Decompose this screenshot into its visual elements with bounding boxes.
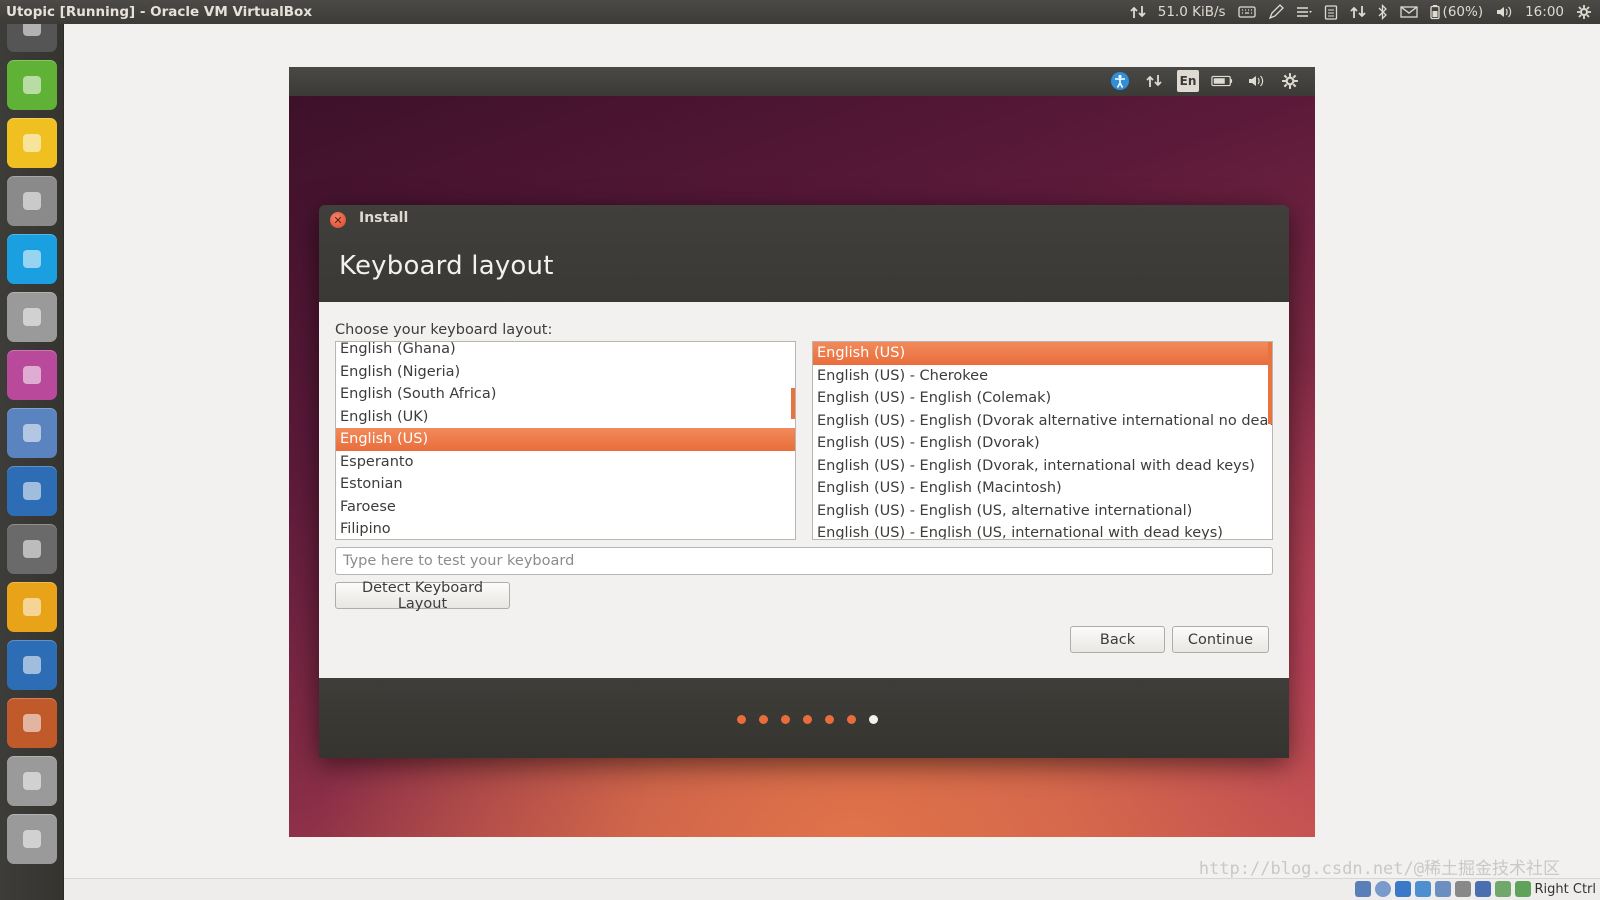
install-window: ✕ Install Keyboard layout Choose your ke… [319,205,1289,758]
list-item[interactable]: English (US) [813,342,1272,365]
battery-percent: (60%) [1442,4,1484,20]
paint-brush-icon[interactable] [7,524,57,574]
network-status-icon[interactable] [1434,881,1451,897]
list-item[interactable]: Estonian [336,473,795,496]
progress-dot [869,715,878,724]
progress-dots [737,715,878,724]
gear-icon[interactable] [1576,4,1592,20]
optical-drive-status-icon[interactable] [1374,881,1391,897]
host-top-panel: Utopic [Running] - Oracle VM VirtualBox … [0,0,1600,24]
shared-folder-status-icon[interactable] [1414,881,1431,897]
network-icon[interactable] [1349,4,1366,20]
list-item[interactable]: English (US) - English (Dvorak alternati… [813,410,1272,433]
vm-indicator-area: En [1109,70,1301,92]
list-item[interactable]: English (US) - English (US, alternative … [813,500,1272,523]
list-item[interactable]: English (US) - English (US, internationa… [813,522,1272,539]
host-window-title: Utopic [Running] - Oracle VM VirtualBox [6,4,313,20]
keyboard-capture-status-icon[interactable] [1514,881,1531,897]
battery-icon[interactable]: (60%) [1429,4,1484,20]
hard-drive-2-icon[interactable] [7,814,57,864]
list-item[interactable]: English (US) - English (Dvorak, internat… [813,455,1272,478]
skype-icon[interactable] [7,234,57,284]
display-status-icon[interactable] [1454,881,1471,897]
mail-icon[interactable] [1399,5,1418,19]
accessibility-icon[interactable] [1109,70,1131,92]
vm-screen[interactable]: En ✕ Install Keyboard layout Choose your… [289,67,1315,837]
progress-dot [759,715,768,724]
virtualbox-status-bar: Right Ctrl [64,878,1600,900]
list-item[interactable]: Faroese [336,496,795,519]
install-footer [319,678,1289,758]
bluetooth-icon[interactable] [1378,4,1388,20]
network-transfer-icon[interactable] [1130,4,1146,20]
host-key-label: Right Ctrl [1534,881,1597,897]
video-capture-status-icon[interactable] [1474,881,1491,897]
network-transfer-icon[interactable] [1143,70,1165,92]
back-button[interactable]: Back [1070,626,1165,653]
text-editor-icon[interactable] [7,292,57,342]
screenshot-icon[interactable] [7,466,57,516]
variant-list-scrollbar[interactable] [1268,342,1272,424]
keyboard-language-indicator[interactable]: En [1177,70,1199,92]
list-item[interactable]: English (UK) [336,406,795,429]
pen-icon[interactable] [1268,4,1284,20]
progress-dot [847,715,856,724]
progress-dot [803,715,812,724]
presentation-icon[interactable] [7,698,57,748]
note-edit-icon[interactable] [7,60,57,110]
list-item[interactable]: English (Nigeria) [336,361,795,384]
list-item[interactable]: English (US) - English (Colemak) [813,387,1272,410]
install-body: Choose your keyboard layout: Filipino Far… [319,302,1289,678]
hard-drive-icon[interactable] [7,756,57,806]
document-icon[interactable] [7,640,57,690]
launcher [0,24,64,900]
progress-dot [737,715,746,724]
dash-icon[interactable] [7,24,57,52]
install-window-title: Install [359,210,409,226]
cd-burner-icon[interactable] [7,582,57,632]
volume-icon[interactable] [1495,4,1513,20]
clock[interactable]: 16:00 [1525,4,1564,20]
teapot-icon[interactable] [7,118,57,168]
progress-dot [825,715,834,724]
hard-disk-status-icon[interactable] [1354,881,1371,897]
keyboard-layout-list[interactable]: Filipino Faroese Estonian Esperanto English … [335,341,796,540]
network-speed: 51.0 KiB/s [1157,4,1226,20]
watermark: http://blog.csdn.net/@稀土掘金技术社区 [1198,859,1560,879]
host-indicator-area: 51.0 KiB/s (60%) 16:00 [1130,0,1592,24]
list-item[interactable]: Filipino [336,518,795,539]
layout-list-scrollbar[interactable] [791,388,795,419]
keyboard-language-label: En [1179,74,1197,88]
mouse-integration-status-icon[interactable] [1494,881,1511,897]
image-viewer-icon[interactable] [7,176,57,226]
keyboard-test-input[interactable] [335,547,1273,575]
vm-top-panel: En [289,67,1315,96]
list-item[interactable]: English (US) [336,428,795,451]
close-icon: ✕ [333,213,343,227]
virtualbox-status-icons: Right Ctrl [1354,881,1597,897]
install-header: ✕ Install Keyboard layout [319,205,1289,302]
gear-icon[interactable] [1279,70,1301,92]
color-wheel-icon[interactable] [7,408,57,458]
continue-button[interactable]: Continue [1172,626,1269,653]
layout-prompt-label: Choose your keyboard layout: [335,322,553,338]
usb-status-icon[interactable] [1394,881,1411,897]
clipboard-icon[interactable] [1324,4,1338,20]
battery-icon[interactable] [1211,70,1233,92]
list-item[interactable]: English (South Africa) [336,383,795,406]
volume-icon[interactable] [1245,70,1267,92]
progress-dot [781,715,790,724]
menu-icon[interactable] [1296,5,1312,19]
list-item[interactable]: English (US) - English (Macintosh) [813,477,1272,500]
page-title: Keyboard layout [339,251,554,281]
list-item[interactable]: English (US) - Cherokee [813,365,1272,388]
keyboard-icon[interactable] [1237,5,1256,19]
close-button[interactable]: ✕ [330,212,346,228]
list-item[interactable]: English (Ghana) [336,342,795,361]
pink-window-icon[interactable] [7,350,57,400]
list-item[interactable]: English (US) - English (Dvorak) [813,432,1272,455]
keyboard-variant-list[interactable]: English (US) - English (US, internationa… [812,341,1273,540]
detect-keyboard-layout-button[interactable]: Detect Keyboard Layout [335,580,510,612]
list-item[interactable]: Esperanto [336,451,795,474]
